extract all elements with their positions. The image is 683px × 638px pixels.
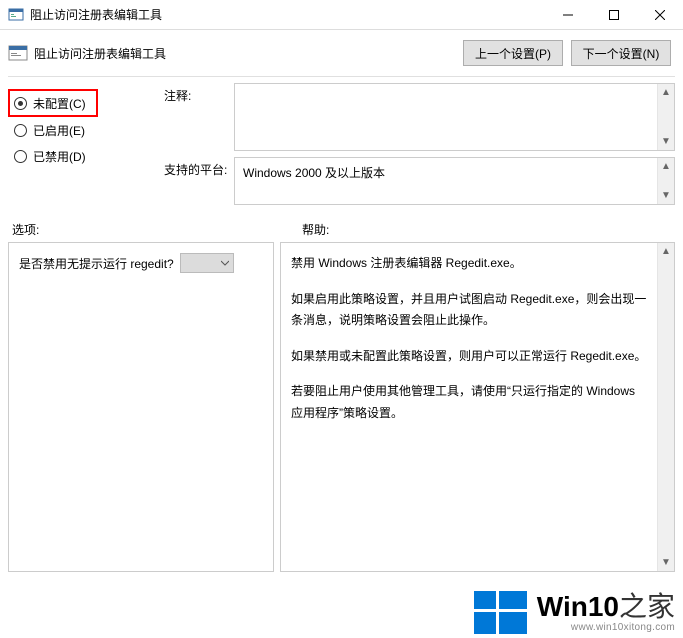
supported-platform-box: Windows 2000 及以上版本 ▲ ▼ [234, 157, 675, 205]
watermark: Win10之家 www.win10xitong.com [466, 587, 683, 638]
policy-title: 阻止访问注册表编辑工具 [34, 45, 463, 62]
help-section-label: 帮助: [302, 221, 671, 238]
next-setting-button[interactable]: 下一个设置(N) [571, 40, 671, 66]
policy-header: 阻止访问注册表编辑工具 上一个设置(P) 下一个设置(N) [0, 30, 683, 76]
minimize-button[interactable] [545, 0, 591, 30]
scroll-down-icon[interactable]: ▼ [658, 187, 674, 204]
help-paragraph: 禁用 Windows 注册表编辑器 Regedit.exe。 [291, 253, 650, 275]
option-question-label: 是否禁用无提示运行 regedit? [19, 255, 174, 272]
scrollbar[interactable]: ▲ ▼ [657, 158, 674, 204]
radio-label: 未配置(C) [33, 95, 86, 112]
option-dropdown[interactable] [180, 253, 234, 273]
chevron-down-icon [221, 259, 229, 267]
radio-dot-icon [14, 124, 27, 137]
platform-value: Windows 2000 及以上版本 [243, 166, 385, 180]
policy-icon [8, 43, 28, 63]
scroll-up-icon[interactable]: ▲ [658, 158, 674, 175]
scroll-down-icon[interactable]: ▼ [658, 133, 674, 150]
maximize-button[interactable] [591, 0, 637, 30]
radio-disabled[interactable]: 已禁用(D) [8, 143, 164, 169]
app-icon [8, 7, 24, 23]
scrollbar[interactable]: ▲ ▼ [657, 84, 674, 150]
radio-enabled[interactable]: 已启用(E) [8, 117, 164, 143]
prev-setting-button[interactable]: 上一个设置(P) [463, 40, 563, 66]
state-radio-group: 未配置(C) 已启用(E) 已禁用(D) [8, 83, 164, 169]
scroll-up-icon[interactable]: ▲ [658, 84, 674, 101]
radio-dot-icon [14, 97, 27, 110]
radio-not-configured[interactable]: 未配置(C) [8, 89, 98, 117]
platform-label: 支持的平台: [164, 157, 234, 178]
window-titlebar: 阻止访问注册表编辑工具 [0, 0, 683, 30]
options-panel: 是否禁用无提示运行 regedit? [8, 242, 274, 572]
radio-dot-icon [14, 150, 27, 163]
help-panel: 禁用 Windows 注册表编辑器 Regedit.exe。 如果启用此策略设置… [280, 242, 675, 572]
help-paragraph: 如果启用此策略设置，并且用户试图启动 Regedit.exe，则会出现一条消息，… [291, 289, 650, 332]
windows-logo-icon [474, 591, 527, 634]
help-paragraph: 如果禁用或未配置此策略设置，则用户可以正常运行 Regedit.exe。 [291, 346, 650, 368]
scroll-up-icon[interactable]: ▲ [658, 243, 674, 260]
comment-label: 注释: [164, 83, 234, 104]
scroll-down-icon[interactable]: ▼ [658, 554, 674, 571]
scrollbar[interactable]: ▲ ▼ [657, 243, 674, 571]
window-title: 阻止访问注册表编辑工具 [30, 6, 545, 23]
comment-textarea[interactable]: ▲ ▼ [234, 83, 675, 151]
radio-label: 已禁用(D) [33, 148, 86, 165]
options-section-label: 选项: [12, 221, 302, 238]
window-controls [545, 0, 683, 30]
watermark-url: www.win10xitong.com [537, 623, 675, 633]
close-button[interactable] [637, 0, 683, 30]
help-paragraph: 若要阻止用户使用其他管理工具，请使用“只运行指定的 Windows 应用程序”策… [291, 381, 650, 424]
watermark-brand: Win10之家 [537, 593, 675, 621]
radio-label: 已启用(E) [33, 122, 85, 139]
